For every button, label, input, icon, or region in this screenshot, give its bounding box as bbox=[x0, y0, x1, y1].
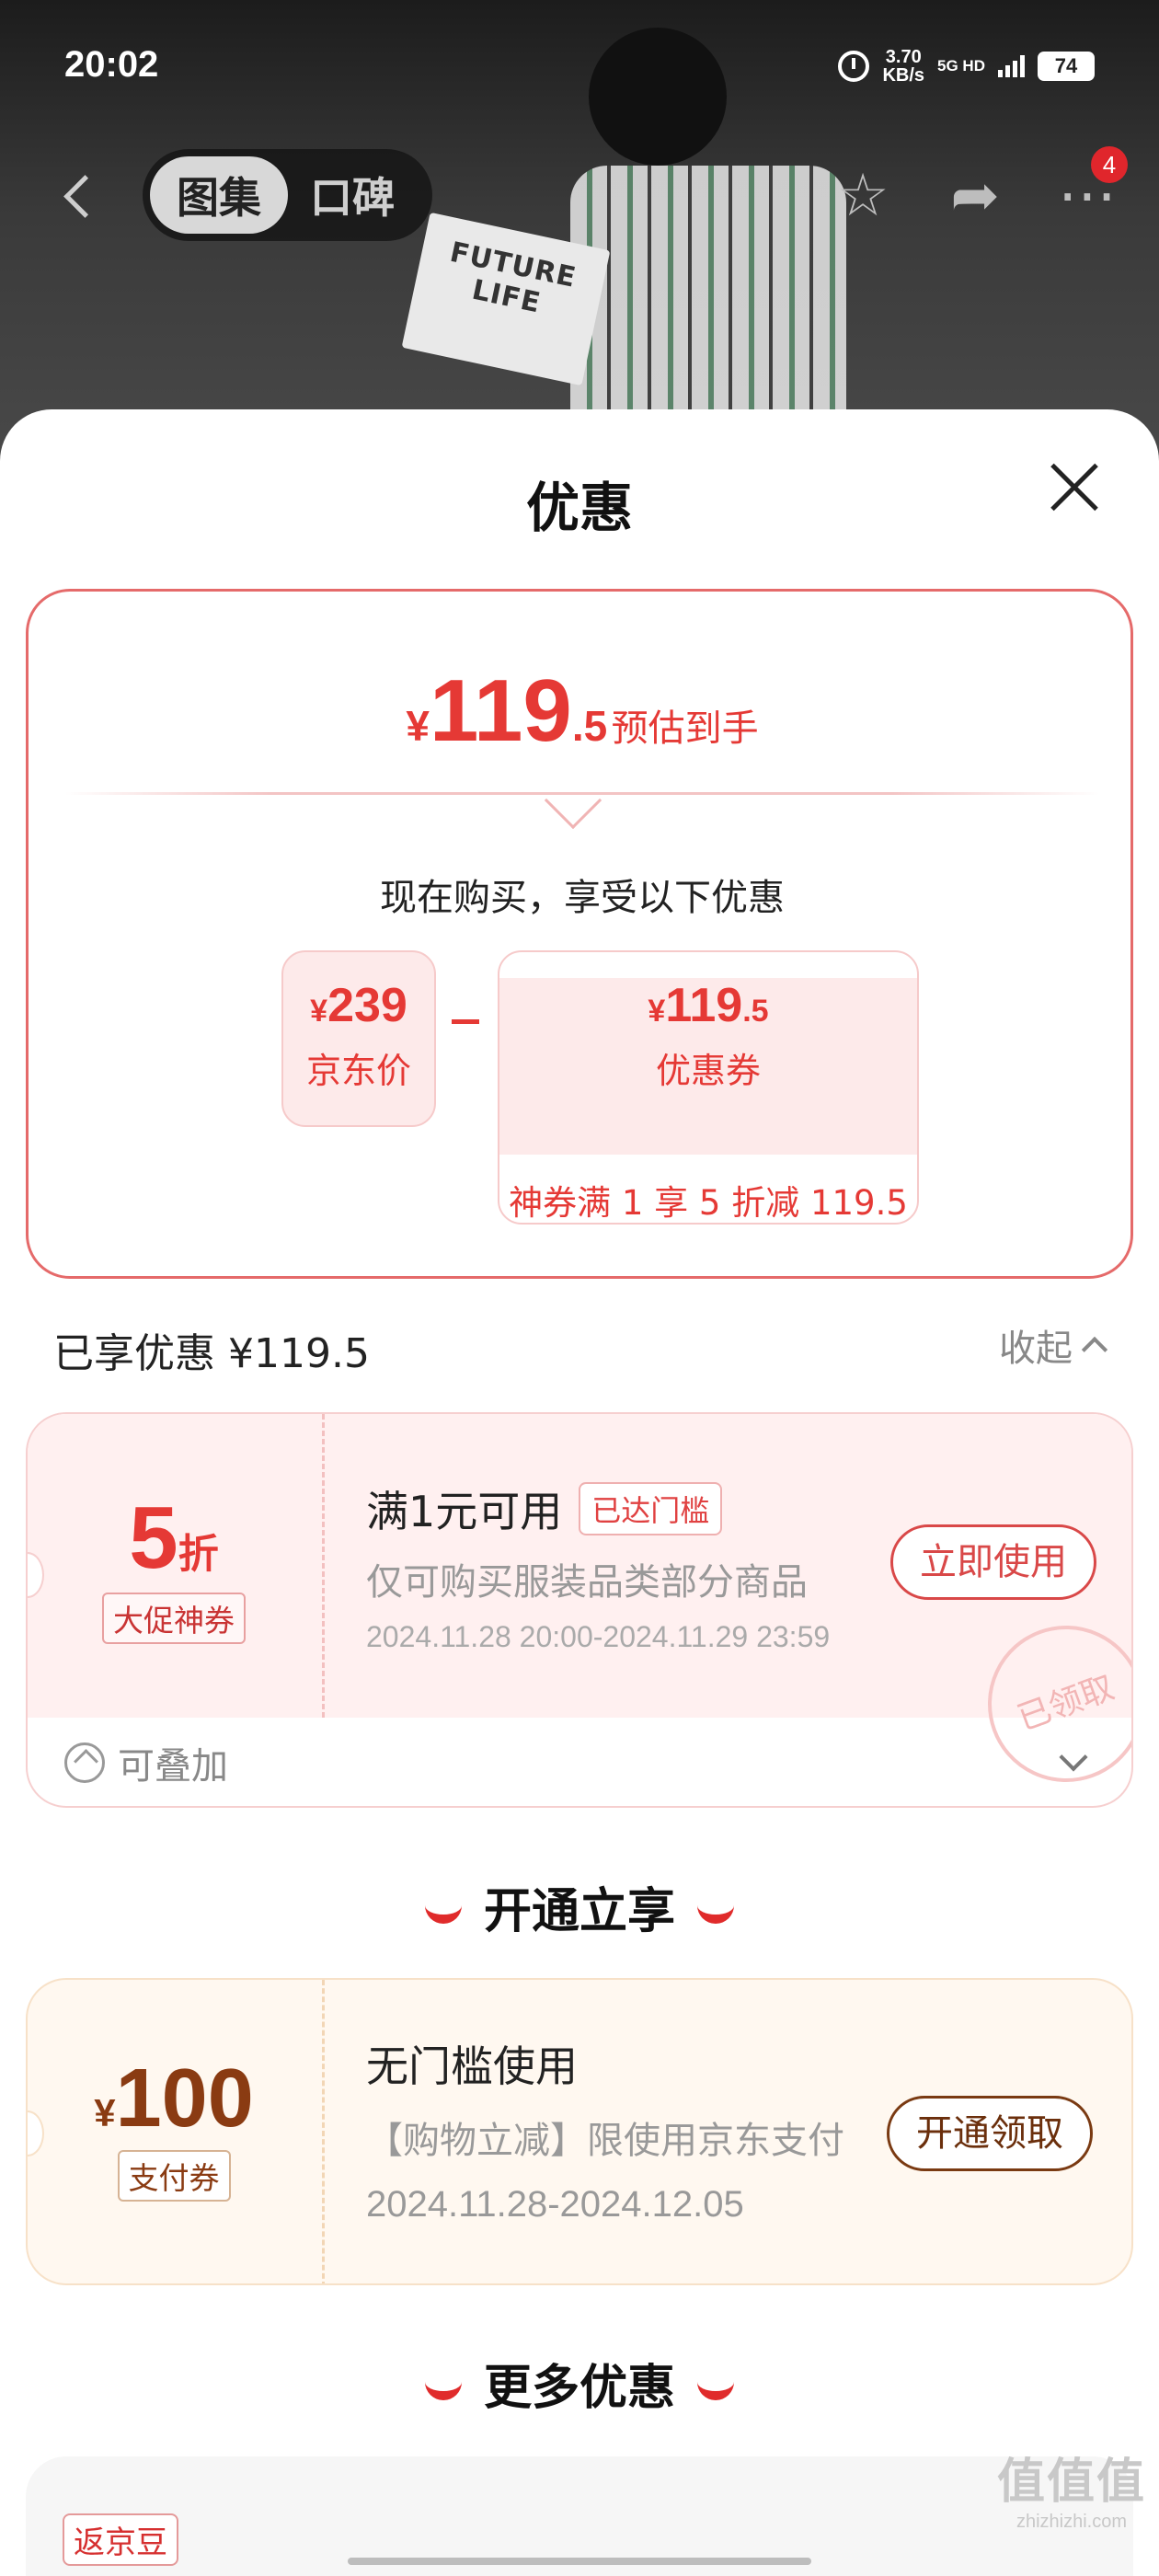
section-open-title: 开通立享 bbox=[0, 1872, 1159, 1941]
divider-notch bbox=[544, 771, 602, 830]
alarm-icon bbox=[838, 51, 870, 82]
discount-sheet: 优惠 ¥119.5 预估到手 现在购买，享受以下优惠 ¥239 京东价 ¥119… bbox=[0, 409, 1159, 2576]
more-icon[interactable]: ⋯ 4 bbox=[1052, 146, 1128, 231]
tab-reviews[interactable]: 口碑 bbox=[288, 156, 417, 234]
coupon-card-promo: 5折 大促神券 满1元可用 已达门槛 仅可购买服装品类部分商品 2024.11.… bbox=[26, 1412, 1133, 1808]
status-time: 20:02 bbox=[64, 44, 159, 85]
battery-icon: 74 bbox=[1038, 52, 1095, 81]
network-type: 5G HD bbox=[937, 57, 985, 75]
smile-deco-icon bbox=[697, 2382, 734, 2400]
coupon-yen: ¥ bbox=[648, 994, 666, 1029]
coupon-date: 2024.11.28-2024.12.05 bbox=[366, 2184, 744, 2225]
coupon-card-payment: ¥100 支付券 无门槛使用 【购物立减】限使用京东支付 2024.11.28-… bbox=[26, 1978, 1133, 2285]
net-speed: 3.70 KB/s bbox=[882, 48, 924, 85]
coupon-date: 2024.11.28 20:00-2024.11.29 23:59 bbox=[366, 1620, 831, 1653]
collapse-label: 收起 bbox=[999, 1328, 1073, 1370]
coupon-value-block: 5折 大促神券 bbox=[28, 1414, 320, 1718]
est-dec: .5 bbox=[571, 702, 608, 750]
jd-price-yen: ¥ bbox=[310, 994, 328, 1029]
home-indicator[interactable] bbox=[348, 2558, 811, 2565]
signal-icon bbox=[998, 55, 1025, 77]
watermark-text: 值值值 bbox=[996, 2455, 1146, 2510]
smile-deco-icon bbox=[424, 2382, 462, 2400]
threshold-reached-tag: 已达门槛 bbox=[579, 1482, 723, 1535]
coupon-title-text: 无门槛使用 bbox=[366, 2041, 578, 2091]
coupon-title: 无门槛使用 bbox=[366, 2033, 578, 2094]
use-now-button[interactable]: 立即使用 bbox=[890, 1524, 1096, 1600]
jd-price-label: 京东价 bbox=[305, 1051, 411, 1091]
price-summary-card: ¥119.5 预估到手 现在购买，享受以下优惠 ¥239 京东价 ¥119.5 … bbox=[26, 589, 1133, 1279]
payment-yen: ¥ bbox=[94, 2091, 116, 2134]
close-icon[interactable] bbox=[1041, 455, 1106, 520]
coupon-label: 优惠券 bbox=[655, 1051, 761, 1091]
summary-subtitle: 现在购买，享受以下优惠 bbox=[380, 877, 785, 919]
section-open-text: 开通立享 bbox=[483, 1884, 675, 1939]
share-icon[interactable]: ➦ bbox=[940, 161, 1010, 231]
jd-price-box: ¥239 京东价 bbox=[281, 950, 436, 1127]
nav-actions: ☆ ➦ ⋯ 4 bbox=[828, 146, 1128, 231]
collapse-button[interactable]: 收起 bbox=[999, 1318, 1108, 1372]
coupon-title: 满1元可用 已达门槛 bbox=[366, 1478, 723, 1539]
section-more-text: 更多优惠 bbox=[483, 2361, 675, 2416]
watermark-logo: 值值值 zhizhizhi.com bbox=[997, 2443, 1146, 2533]
est-label: 预估到手 bbox=[611, 707, 759, 750]
back-icon[interactable] bbox=[53, 170, 99, 225]
star-icon[interactable]: ☆ bbox=[828, 161, 898, 231]
watermark-url: zhizhizhi.com bbox=[1016, 2512, 1128, 2532]
jd-price-value: ¥239 bbox=[283, 978, 434, 1033]
minus-sign bbox=[452, 1019, 479, 1024]
section-more-title: 更多优惠 bbox=[0, 2349, 1159, 2418]
smile-deco-icon bbox=[424, 1905, 462, 1924]
divider bbox=[65, 792, 1099, 795]
coupon-int: 119 bbox=[665, 979, 743, 1032]
jd-price-number: 239 bbox=[327, 979, 407, 1032]
stackable-row[interactable]: 可叠加 bbox=[64, 1736, 228, 1789]
tab-gallery[interactable]: 图集 bbox=[150, 156, 288, 234]
payment-amount: 100 bbox=[115, 2053, 254, 2145]
net-speed-value: 3.70 bbox=[885, 47, 922, 67]
smile-deco-icon bbox=[697, 1905, 734, 1924]
dashed-divider bbox=[322, 1414, 325, 1718]
coupon-type-tag: 支付券 bbox=[117, 2150, 231, 2202]
est-int: 119 bbox=[429, 661, 572, 760]
coupon-dec: .5 bbox=[742, 994, 769, 1029]
discount-unit: 折 bbox=[178, 1532, 219, 1577]
chevron-up-icon bbox=[1081, 1336, 1108, 1363]
coupon-type-tag: 大促神券 bbox=[102, 1593, 246, 1644]
coupon-desc: 仅可购买服装品类部分商品 bbox=[366, 1561, 808, 1604]
discount-value: 5折 bbox=[28, 1488, 320, 1589]
status-icons: 3.70 KB/s 5G HD 74 bbox=[838, 48, 1095, 85]
enjoyed-discount-label: 已享优惠 ¥119.5 bbox=[53, 1330, 370, 1377]
coupon-title-text: 满1元可用 bbox=[366, 1487, 563, 1536]
jd-bean-tag: 返京豆 bbox=[63, 2513, 178, 2566]
status-bar: 20:02 3.70 KB/s 5G HD 74 bbox=[0, 0, 1159, 138]
notification-badge: 4 bbox=[1091, 146, 1128, 183]
coupon-value-block: ¥100 支付券 bbox=[28, 1980, 320, 2283]
coupon-desc: 【购物立减】限使用京东支付 bbox=[366, 2120, 844, 2162]
sheet-title: 优惠 bbox=[525, 477, 633, 539]
coupon-discount-box: ¥119.5 优惠券 神券满 1 享 5 折减 119.5 bbox=[498, 950, 919, 1225]
coupon-desc: 神券满 1 享 5 折减 119.5 bbox=[509, 1183, 908, 1223]
stackable-label: 可叠加 bbox=[118, 1745, 228, 1788]
net-speed-unit: KB/s bbox=[882, 65, 925, 86]
payment-value: ¥100 bbox=[28, 2052, 320, 2146]
claimed-stamp: 已领取 bbox=[966, 1604, 1131, 1804]
coupon-value: ¥119.5 bbox=[499, 978, 917, 1033]
dashed-divider bbox=[322, 1980, 325, 2283]
stack-icon bbox=[64, 1742, 105, 1783]
est-currency: ¥ bbox=[406, 702, 430, 750]
activate-claim-button[interactable]: 开通领取 bbox=[887, 2096, 1093, 2171]
estimated-price: ¥119.5 预估到手 bbox=[29, 661, 1136, 762]
gallery-review-switch: 图集 口碑 bbox=[143, 149, 432, 241]
discount-number: 5 bbox=[129, 1489, 178, 1587]
